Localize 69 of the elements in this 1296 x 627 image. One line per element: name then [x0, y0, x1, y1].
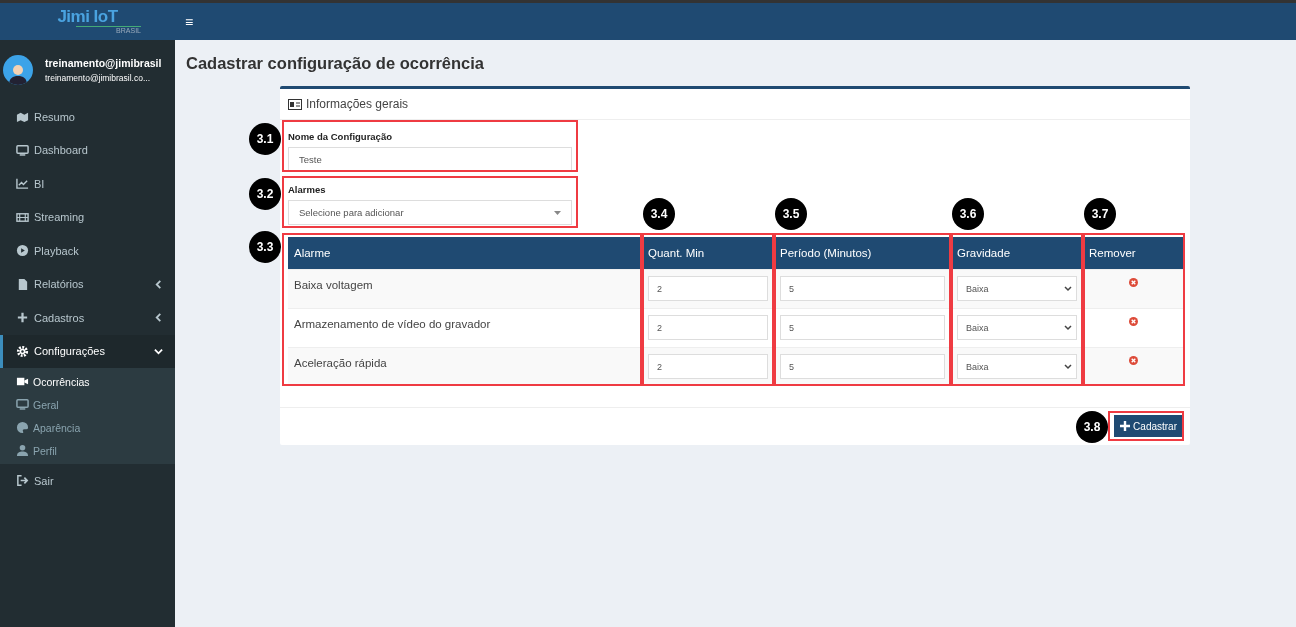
column-header: Gravidade	[951, 237, 1083, 269]
menu-icon[interactable]: ≡	[185, 13, 194, 30]
gear-icon	[16, 344, 29, 358]
column-header: Alarme	[288, 237, 642, 269]
sidebar-item[interactable]: BI	[0, 167, 175, 201]
callout-badge: 3.1	[249, 123, 281, 155]
sidebar-item[interactable]: Sair	[0, 464, 175, 498]
quantity-input-field[interactable]: 2	[648, 354, 768, 380]
callout-badge: 3.3	[249, 231, 281, 263]
field-label: Alarmes	[288, 184, 326, 195]
period-input-field[interactable]: 5	[780, 354, 945, 380]
chart-icon	[16, 177, 29, 191]
user-email: treinamento@jimibrasil.co...	[45, 73, 151, 83]
sidebar-item[interactable]: Resumo	[0, 100, 175, 134]
chevron-left-icon	[154, 279, 163, 289]
sidebar-item[interactable]: Dashboard	[0, 133, 175, 167]
submenu-item[interactable]: Geral	[0, 393, 175, 416]
chevron-down-icon	[1064, 285, 1072, 292]
sidebar-item[interactable]: Configurações	[0, 334, 175, 368]
play-icon	[16, 244, 29, 258]
table-cell: Aceleração rápida	[288, 347, 642, 386]
column-header: Período (Minutos)	[774, 237, 951, 269]
quantity-input-field[interactable]: 2	[648, 315, 768, 340]
caret-icon	[554, 210, 561, 215]
remove-icon[interactable]	[1128, 278, 1138, 287]
table-cell: Baixa voltagem	[288, 269, 642, 308]
severity-select-field[interactable]: Baixa	[957, 315, 1077, 340]
sidebar-item[interactable]: Streaming	[0, 200, 175, 234]
chevron-left-icon	[154, 313, 163, 323]
avatar-icon	[3, 55, 33, 85]
video-icon	[16, 375, 29, 388]
chevron-down-icon	[154, 346, 163, 356]
plus-icon	[1120, 421, 1131, 431]
name-input-field[interactable]: Teste	[288, 147, 572, 172]
id-card-icon	[288, 98, 302, 110]
period-input-field[interactable]: 5	[780, 276, 945, 301]
monitor-icon	[16, 143, 29, 157]
remove-icon[interactable]	[1128, 356, 1138, 366]
exit-icon	[16, 474, 29, 488]
submit-button[interactable]: Cadastrar	[1114, 415, 1183, 437]
file-icon	[16, 277, 29, 291]
page-title: Cadastrar configuração de ocorrência	[186, 54, 485, 73]
sidebar-item[interactable]: Playback	[0, 234, 175, 268]
sidebar-item[interactable]: Cadastros	[0, 301, 175, 335]
quantity-input-field[interactable]: 2	[648, 276, 768, 301]
severity-select-field[interactable]: Baixa	[957, 354, 1077, 380]
user-name: treinamento@jimibrasil	[45, 57, 162, 69]
brand-logo: Jimi IoT	[57, 8, 118, 26]
sidebar-item[interactable]: Relatórios	[0, 267, 175, 301]
card-title: Informações gerais	[306, 97, 409, 111]
user-icon	[16, 444, 29, 457]
period-input-field[interactable]: 5	[780, 315, 945, 340]
callout-badge: 3.2	[249, 178, 281, 210]
chevron-down-icon	[1064, 324, 1072, 331]
plus-icon	[16, 311, 29, 325]
map-icon	[16, 110, 29, 124]
film-icon	[16, 210, 29, 224]
remove-icon[interactable]	[1128, 317, 1138, 326]
field-label: Nome da Configuração	[288, 131, 392, 142]
submenu-item[interactable]: Perfil	[0, 439, 175, 462]
alarms-select-field[interactable]: Selecione para adicionar	[288, 200, 572, 225]
severity-select-field[interactable]: Baixa	[957, 276, 1077, 301]
monitor-icon	[16, 398, 29, 411]
column-header: Quant. Min	[642, 237, 774, 269]
submenu-item[interactable]: Aparência	[0, 416, 175, 439]
chevron-down-icon	[1064, 363, 1072, 370]
column-header: Remover	[1083, 237, 1183, 269]
palette-icon	[16, 421, 29, 434]
submenu-item[interactable]: Ocorrências	[0, 370, 175, 393]
